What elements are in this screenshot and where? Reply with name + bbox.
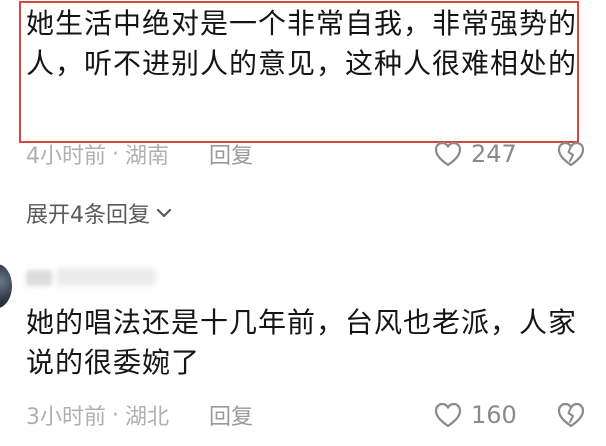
avatar[interactable] (0, 264, 12, 308)
reply-button[interactable]: 回复 (209, 399, 253, 431)
comment-section: 她生活中绝对是一个非常自我，非常强势的人，听不进别人的意见，这种人很难相处的 4… (0, 0, 606, 446)
reply-button[interactable]: 回复 (209, 138, 253, 170)
comment-time: 4小时前 (26, 144, 106, 169)
comment-text: 她生活中绝对是一个非常自我，非常强势的人，听不进别人的意见，这种人很难相处的 (26, 7, 578, 80)
comment-meta: 4小时前 · 湖南 回复 (26, 134, 253, 174)
meta-separator: · (112, 402, 119, 428)
like-count: 160 (471, 401, 517, 429)
meta-separator: · (112, 141, 119, 167)
comment-location: 湖南 (125, 144, 170, 169)
comment-text: 她的唱法还是十几年前，台风也老派，人家说的很委婉了 (26, 306, 578, 379)
comment-meta: 3小时前 · 湖北 回复 (26, 395, 253, 435)
comment-location: 湖北 (125, 405, 170, 430)
broken-heart-icon[interactable] (556, 139, 586, 169)
like-button[interactable]: 160 (433, 395, 517, 435)
broken-heart-icon[interactable] (556, 400, 586, 430)
comment-time: 3小时前 (26, 405, 106, 430)
expand-replies-button[interactable]: 展开4条回复 (26, 193, 174, 233)
like-count: 247 (471, 140, 517, 168)
chevron-down-icon (156, 208, 172, 218)
expand-replies-label: 展开4条回复 (26, 203, 150, 228)
username-blurred[interactable] (26, 266, 158, 290)
heart-outline-icon (434, 402, 462, 428)
heart-outline-icon (434, 141, 462, 167)
like-button[interactable]: 247 (433, 134, 517, 174)
